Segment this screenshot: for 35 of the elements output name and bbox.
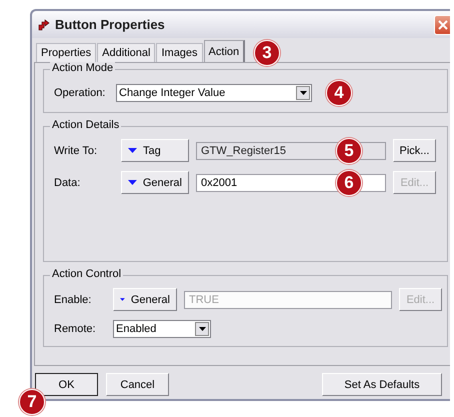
action-button[interactable]: Pick... bbox=[393, 139, 436, 162]
tab[interactable]: Properties bbox=[36, 43, 96, 62]
group-title: Action Mode bbox=[50, 62, 116, 74]
triangle-icon bbox=[120, 297, 125, 302]
tab[interactable]: Images bbox=[156, 43, 203, 62]
source-dropdown-button[interactable]: General bbox=[121, 171, 189, 194]
callout-badge: 6 bbox=[336, 170, 362, 196]
field-label: Write To: bbox=[54, 144, 98, 156]
callout-badge: 7 bbox=[19, 389, 45, 415]
window-title: Button Properties bbox=[55, 17, 165, 32]
field-label: Enable: bbox=[54, 294, 92, 306]
field-label: Data: bbox=[54, 176, 82, 188]
dialog-button[interactable]: OK bbox=[35, 373, 98, 396]
close-icon bbox=[438, 20, 448, 30]
group-title: Action Details bbox=[50, 119, 122, 131]
triangle-icon bbox=[128, 148, 137, 153]
field-label: Remote: bbox=[54, 323, 97, 335]
action-button: Edit... bbox=[399, 288, 442, 311]
dialog-button[interactable]: Cancel bbox=[106, 373, 169, 396]
callout-badge: 4 bbox=[326, 80, 352, 106]
tab[interactable]: Action bbox=[204, 40, 246, 62]
app-icon bbox=[38, 18, 50, 30]
text-field: TRUE bbox=[184, 290, 392, 308]
dialog-button[interactable]: Set As Defaults bbox=[322, 373, 442, 396]
group-title: Action Control bbox=[50, 268, 124, 280]
callout-badge: 5 bbox=[336, 138, 362, 164]
dropdown-field[interactable]: Change Integer Value bbox=[116, 84, 312, 102]
action-button: Edit... bbox=[393, 171, 436, 194]
callout-badge: 3 bbox=[254, 40, 280, 66]
triangle-icon bbox=[128, 180, 137, 185]
source-dropdown-button[interactable]: Tag bbox=[121, 139, 189, 162]
tab[interactable]: Additional bbox=[97, 43, 156, 62]
dropdown-field[interactable]: Enabled bbox=[113, 320, 211, 338]
field-label: Operation: bbox=[54, 87, 106, 99]
close-button[interactable] bbox=[434, 14, 450, 34]
